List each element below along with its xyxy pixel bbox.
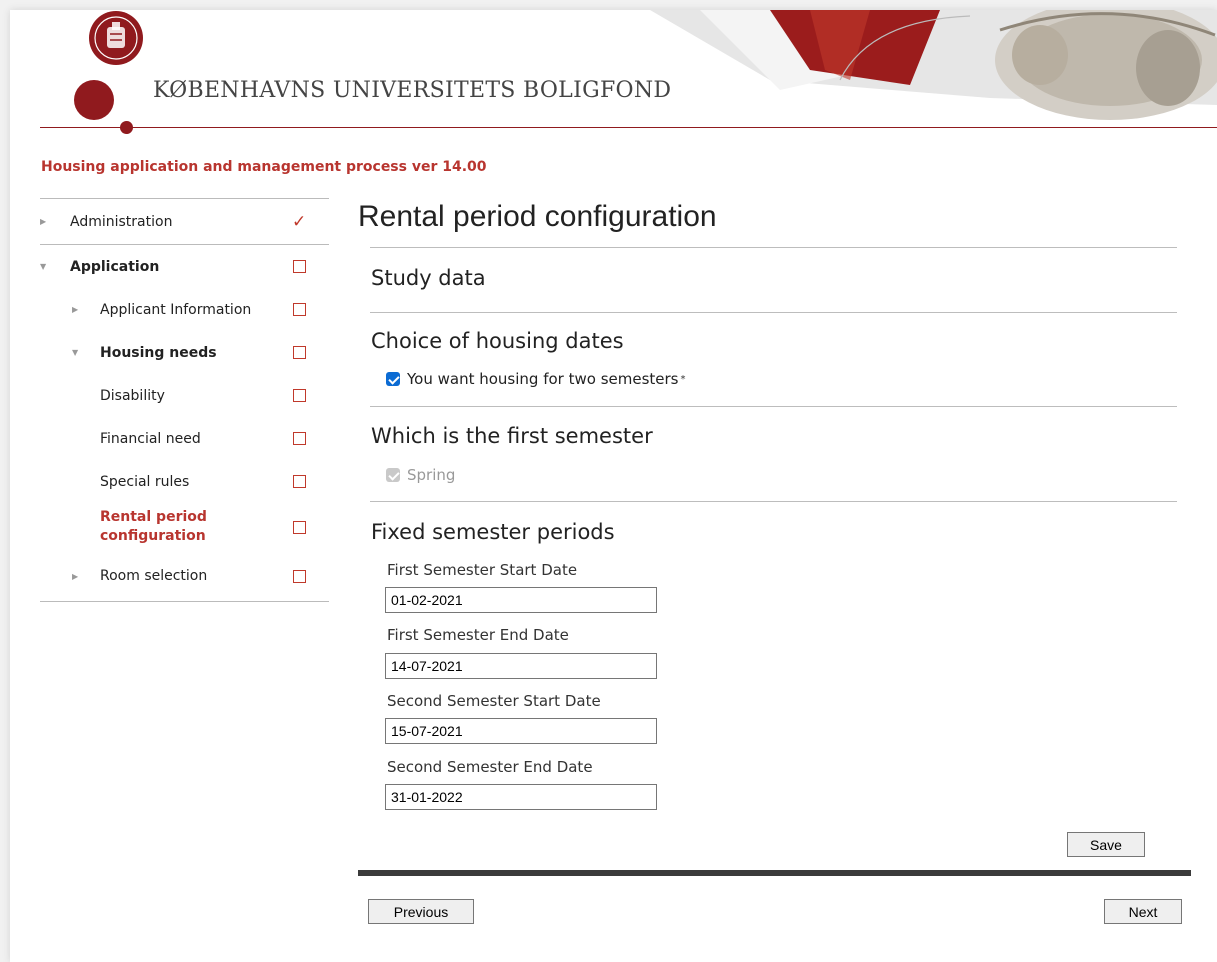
sidebar-item-label: Disability: [100, 387, 165, 404]
sidebar-item-application[interactable]: ▼ Application: [40, 245, 329, 288]
incomplete-status-icon: [293, 389, 306, 402]
sidebar-item-disability[interactable]: Disability: [40, 374, 329, 417]
sidebar-item-housing-needs[interactable]: ▼ Housing needs: [40, 331, 329, 374]
sidebar-nav: ▶ Administration ✓ ▼ Application ▶ Appli…: [40, 198, 329, 602]
header-decoration-image: [650, 10, 1217, 120]
sidebar-item-label: Special rules: [100, 473, 190, 490]
sidebar-item-rental-period-configuration[interactable]: Rental period configuration: [40, 503, 329, 551]
section-divider: [370, 501, 1177, 502]
two-semesters-checkbox[interactable]: [386, 372, 400, 386]
save-button[interactable]: Save: [1067, 832, 1145, 857]
next-button[interactable]: Next: [1104, 899, 1182, 924]
expanded-arrow-icon: ▼: [72, 348, 79, 357]
second-semester-end-label: Second Semester End Date: [387, 758, 593, 776]
sidebar-item-label: Administration: [70, 213, 173, 230]
section-divider: [370, 247, 1177, 248]
collapsed-arrow-icon: ▶: [72, 305, 79, 314]
first-semester-start-label: First Semester Start Date: [387, 561, 578, 579]
sidebar-item-label: Room selection: [100, 568, 208, 584]
sidebar-item-label: Housing needs: [100, 344, 217, 361]
incomplete-status-icon: [293, 569, 306, 583]
required-marker: *: [680, 373, 686, 385]
checkmark-icon: ✓: [292, 211, 307, 232]
second-semester-start-input[interactable]: [385, 718, 657, 744]
section-divider: [370, 312, 1177, 313]
first-semester-end-label: First Semester End Date: [387, 626, 569, 644]
section-title-study-data: Study data: [371, 266, 486, 290]
sidebar-item-applicant-information[interactable]: ▶ Applicant Information: [40, 288, 329, 331]
sidebar-item-label: Financial need: [100, 430, 201, 447]
sidebar-item-label: Applicant Information: [100, 301, 252, 318]
incomplete-status-icon: [293, 260, 306, 273]
section-title-housing-dates: Choice of housing dates: [371, 329, 624, 353]
organization-name: KØBENHAVNS UNIVERSITETS BOLIGFOND: [153, 78, 672, 103]
incomplete-status-icon: [293, 520, 306, 534]
second-semester-start-label: Second Semester Start Date: [387, 692, 601, 710]
first-semester-end-input[interactable]: [385, 653, 657, 679]
incomplete-status-icon: [293, 346, 306, 359]
second-semester-end-input[interactable]: [385, 784, 657, 810]
first-semester-start-input[interactable]: [385, 587, 657, 613]
collapsed-arrow-icon: ▶: [40, 217, 47, 226]
incomplete-status-icon: [293, 432, 306, 445]
header: KØBENHAVNS UNIVERSITETS BOLIGFOND: [10, 10, 1217, 140]
page: KØBENHAVNS UNIVERSITETS BOLIGFOND Housin…: [10, 10, 1217, 962]
spring-checkbox: [386, 468, 400, 482]
page-title: Rental period configuration: [358, 200, 717, 233]
section-divider: [370, 406, 1177, 407]
process-title: Housing application and management proce…: [41, 159, 487, 175]
sidebar-item-room-selection[interactable]: ▶ Room selection: [40, 551, 329, 602]
section-title-fixed-periods: Fixed semester periods: [371, 520, 615, 544]
incomplete-status-icon: [293, 475, 306, 488]
sidebar-item-administration[interactable]: ▶ Administration ✓: [40, 199, 329, 245]
previous-button[interactable]: Previous: [368, 899, 474, 924]
sidebar-item-label: Rental period configuration: [100, 509, 207, 544]
collapsed-arrow-icon: ▶: [72, 571, 79, 581]
two-semesters-label: You want housing for two semesters: [407, 370, 679, 388]
university-seal-icon: [89, 11, 143, 65]
sidebar-item-financial-need[interactable]: Financial need: [40, 417, 329, 460]
sidebar-item-special-rules[interactable]: Special rules: [40, 460, 329, 503]
logo-dot-large: [74, 80, 114, 120]
header-divider: [40, 127, 1217, 128]
expanded-arrow-icon: ▼: [40, 262, 47, 271]
incomplete-status-icon: [293, 303, 306, 316]
spring-checkbox-row: Spring: [386, 466, 455, 484]
spring-label: Spring: [407, 466, 456, 484]
section-title-first-semester: Which is the first semester: [371, 424, 653, 448]
sidebar-item-label: Application: [70, 258, 160, 275]
footer-divider: [358, 870, 1191, 876]
two-semesters-checkbox-row[interactable]: You want housing for two semesters *: [386, 370, 686, 388]
